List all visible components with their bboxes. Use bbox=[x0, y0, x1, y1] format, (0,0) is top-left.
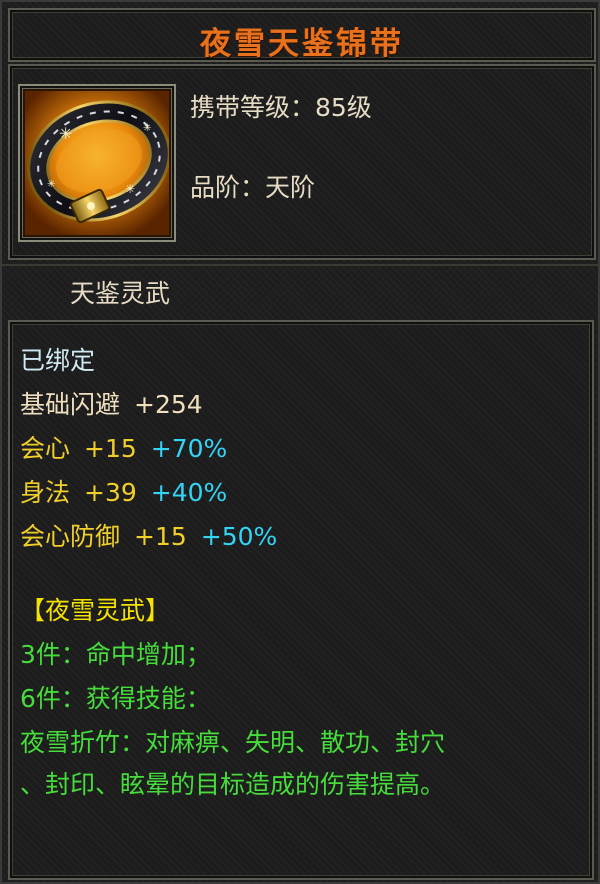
stat-row: 身法 +39 +40% bbox=[20, 478, 227, 508]
stat-bonus: +40% bbox=[150, 478, 228, 507]
stat-value: +15 bbox=[84, 434, 137, 463]
item-tooltip: 夜雪天鉴锦带 ✳ ✳ ✳ ✳ 携带等级：85级 品阶：天阶 天鉴灵武 已绑定 基… bbox=[0, 0, 600, 884]
title-bar: 夜雪天鉴锦带 bbox=[8, 8, 596, 62]
stat-value: +39 bbox=[84, 478, 137, 507]
svg-text:✳: ✳ bbox=[125, 182, 135, 196]
set-title: 【夜雪灵武】 bbox=[20, 596, 171, 625]
attributes-panel: 已绑定 基础闪避 +254 会心 +15 +70% 身法 +39 +40% 会心防御 +15… bbox=[8, 320, 594, 880]
item-name: 夜雪天鉴锦带 bbox=[200, 26, 404, 62]
stat-row: 会心防御 +15 +50% bbox=[20, 522, 277, 552]
stat-name: 会心防御 bbox=[20, 522, 121, 551]
item-subtitle: 天鉴灵武 bbox=[70, 279, 171, 308]
stat-name: 会心 bbox=[20, 434, 71, 463]
svg-text:✳: ✳ bbox=[47, 179, 55, 190]
item-grade: 品阶：天阶 bbox=[190, 173, 316, 202]
divider bbox=[2, 264, 600, 266]
bound-status: 已绑定 bbox=[20, 346, 96, 375]
stat-row: 基础闪避 +254 bbox=[20, 390, 203, 420]
belt-icon: ✳ ✳ ✳ ✳ bbox=[25, 91, 169, 235]
stat-bonus: +50% bbox=[200, 522, 278, 551]
stat-value: +254 bbox=[134, 390, 203, 419]
skill-description-line2: 、封印、眩晕的目标造成的伤害提高。 bbox=[20, 770, 446, 799]
carry-level: 携带等级：85级 bbox=[190, 93, 372, 122]
skill-description-line1: 夜雪折竹：对麻痹、失明、散功、封穴 bbox=[20, 728, 446, 757]
svg-text:✳: ✳ bbox=[59, 124, 72, 143]
set-bonus-6: 6件：获得技能： bbox=[20, 684, 211, 713]
stat-name: 身法 bbox=[20, 478, 71, 507]
set-bonus-3: 3件：命中增加； bbox=[20, 640, 211, 669]
stat-value: +15 bbox=[134, 522, 187, 551]
stat-row: 会心 +15 +70% bbox=[20, 434, 227, 464]
item-icon-frame: ✳ ✳ ✳ ✳ bbox=[18, 84, 176, 242]
svg-text:✳: ✳ bbox=[143, 123, 151, 134]
stat-name: 基础闪避 bbox=[20, 390, 121, 419]
item-header-panel: ✳ ✳ ✳ ✳ 携带等级：85级 品阶：天阶 bbox=[8, 64, 596, 260]
stat-bonus: +70% bbox=[150, 434, 228, 463]
